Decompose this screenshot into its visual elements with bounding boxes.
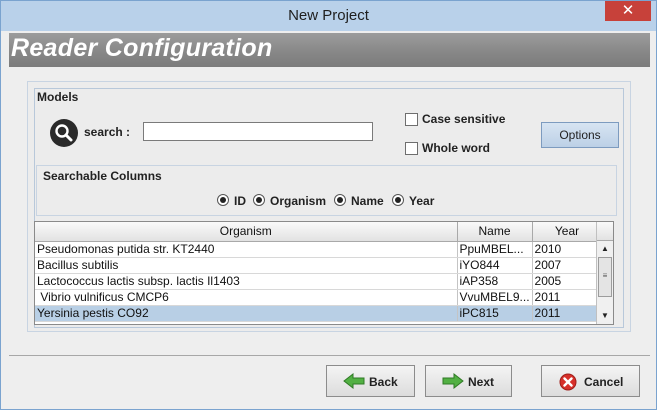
cell-name: VvuMBEL9... (457, 289, 533, 306)
cell-year: 2005 (532, 273, 603, 290)
cell-organism: Bacillus subtilis (35, 257, 458, 274)
scroll-up-arrow-icon[interactable]: ▲ (597, 242, 613, 256)
cell-year: 2007 (532, 257, 603, 274)
table-header-row: Organism Name Year (35, 222, 603, 242)
table-row[interactable]: Lactococcus lactis subsp. lactis Il1403 … (35, 273, 603, 290)
search-label: search : (84, 125, 131, 139)
column-header-organism[interactable]: Organism (35, 222, 458, 242)
search-icon[interactable] (50, 119, 78, 147)
back-button-label: Back (369, 375, 398, 389)
cell-name: iAP358 (457, 273, 533, 290)
radio-name-label: Name (351, 194, 384, 208)
whole-word-checkbox[interactable] (405, 142, 418, 155)
cancel-x-icon (559, 373, 577, 394)
radio-year[interactable] (392, 194, 404, 206)
case-sensitive-checkbox[interactable] (405, 113, 418, 126)
header-banner: Reader Configuration (9, 33, 650, 67)
cell-organism: Yersinia pestis CO92 (35, 305, 458, 322)
radio-id-label: ID (234, 194, 246, 208)
page-title: Reader Configuration (11, 34, 273, 62)
scrollbar-header-corner (597, 222, 613, 241)
cell-name: PpuMBEL... (457, 241, 533, 258)
scroll-thumb[interactable]: ≡ (598, 257, 612, 297)
cancel-button-label: Cancel (584, 375, 624, 389)
cell-organism: Pseudomonas putida str. KT2440 (35, 241, 458, 258)
radio-organism[interactable] (253, 194, 265, 206)
window-title: New Project (288, 7, 369, 24)
cell-name: iPC815 (457, 305, 533, 322)
cell-organism: Lactococcus lactis subsp. lactis Il1403 (35, 273, 458, 290)
cell-year: 2010 (532, 241, 603, 258)
cell-organism: Vibrio vulnificus CMCP6 (35, 289, 458, 306)
footer-divider (9, 355, 650, 356)
arrow-right-icon (442, 372, 464, 392)
models-table: Organism Name Year Pseudomonas putida st… (34, 221, 614, 325)
column-header-name[interactable]: Name (457, 222, 533, 242)
radio-organism-label: Organism (270, 194, 327, 208)
options-button[interactable]: Options (541, 122, 619, 148)
table-row[interactable]: Pseudomonas putida str. KT2440 PpuMBEL..… (35, 241, 603, 258)
close-window-button[interactable]: ✕ (605, 1, 651, 21)
table-row-selected[interactable]: Yersinia pestis CO92 iPC815 2011 (35, 305, 603, 322)
radio-year-label: Year (409, 194, 435, 208)
table-vertical-scrollbar[interactable]: ▲ ≡ ▼ (596, 222, 613, 324)
title-bar: New Project (1, 1, 656, 31)
column-header-year[interactable]: Year (532, 222, 603, 242)
new-project-window: New Project ✕ Reader Configuration Model… (0, 0, 657, 410)
search-input[interactable] (143, 122, 373, 141)
cell-year: 2011 (532, 305, 603, 322)
case-sensitive-label: Case sensitive (422, 112, 506, 126)
models-group-label: Models (37, 90, 79, 104)
cancel-button[interactable]: Cancel (541, 365, 640, 397)
next-button[interactable]: Next (425, 365, 512, 397)
next-button-label: Next (468, 375, 495, 389)
back-button[interactable]: Back (326, 365, 415, 397)
whole-word-label: Whole word (422, 141, 490, 155)
cell-name: iYO844 (457, 257, 533, 274)
table-row[interactable]: Bacillus subtilis iYO844 2007 (35, 257, 603, 274)
radio-name[interactable] (334, 194, 346, 206)
radio-id[interactable] (217, 194, 229, 206)
table-row[interactable]: Vibrio vulnificus CMCP6 VvuMBEL9... 2011 (35, 289, 603, 306)
searchable-columns-label: Searchable Columns (43, 169, 162, 183)
cell-year: 2011 (532, 289, 603, 306)
arrow-left-icon (343, 372, 365, 392)
scroll-down-arrow-icon[interactable]: ▼ (597, 309, 613, 323)
